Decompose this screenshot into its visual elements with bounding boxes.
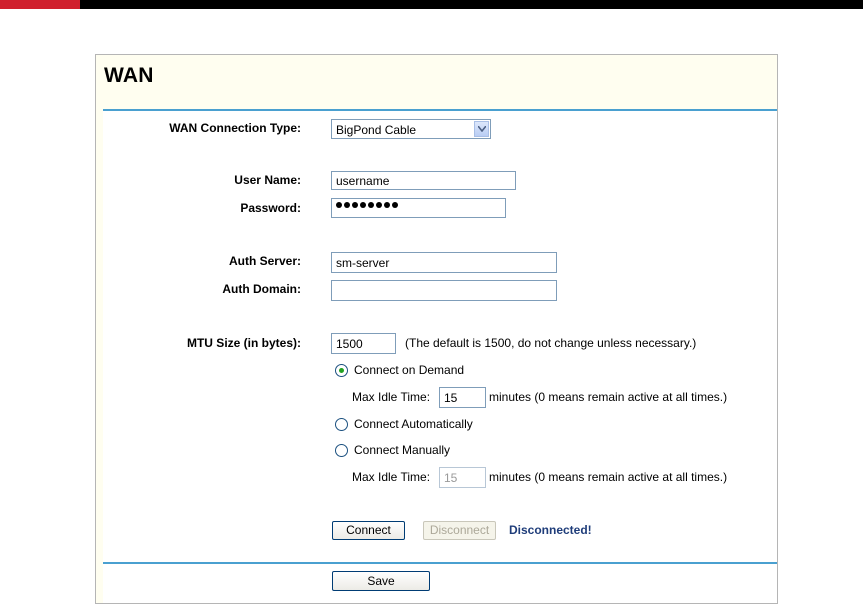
user-name-label: User Name:	[234, 173, 301, 187]
connect-manually-radio[interactable]	[335, 444, 348, 457]
password-mask	[336, 202, 398, 208]
password-dot	[360, 202, 366, 208]
max-idle-time-label: Max Idle Time:	[352, 390, 431, 404]
password-dot	[392, 202, 398, 208]
chevron-down-icon	[478, 126, 486, 132]
top-banner	[0, 0, 863, 9]
connection-status: Disconnected!	[509, 523, 592, 537]
manual-max-idle-time-input	[439, 467, 486, 488]
page-title: WAN	[104, 64, 154, 87]
password-dot	[368, 202, 374, 208]
max-idle-time-note: minutes (0 means remain active at all ti…	[489, 390, 728, 404]
connection-type-value: BigPond Cable	[336, 123, 417, 137]
save-button[interactable]: Save	[332, 571, 430, 591]
max-idle-time-input[interactable]	[439, 387, 486, 408]
password-input[interactable]	[331, 198, 506, 218]
user-name-input[interactable]	[331, 171, 516, 190]
mtu-input[interactable]	[331, 333, 396, 354]
password-dot	[336, 202, 342, 208]
auth-domain-input[interactable]	[331, 280, 557, 301]
connection-type-select[interactable]: BigPond Cable	[331, 119, 491, 139]
mtu-note: (The default is 1500, do not change unle…	[405, 336, 697, 350]
form-footer: Save	[103, 564, 777, 603]
brand-accent-bar	[0, 0, 80, 9]
auth-server-input[interactable]	[331, 252, 557, 273]
wan-settings-panel: WAN WAN Connection Type: BigPond Cable U…	[95, 54, 778, 604]
manual-max-idle-time-label: Max Idle Time:	[352, 470, 431, 484]
password-dot	[352, 202, 358, 208]
connection-type-label: WAN Connection Type:	[169, 121, 301, 135]
disconnect-button: Disconnect	[423, 521, 496, 540]
auth-domain-label: Auth Domain:	[222, 282, 301, 296]
dropdown-arrow-button[interactable]	[474, 121, 489, 137]
mtu-label: MTU Size (in bytes):	[186, 336, 301, 350]
connect-automatically-radio[interactable]	[335, 418, 348, 431]
password-dot	[384, 202, 390, 208]
settings-form: WAN Connection Type: BigPond Cable User …	[103, 111, 777, 562]
manual-max-idle-time-note: minutes (0 means remain active at all ti…	[489, 470, 728, 484]
connect-on-demand-label: Connect on Demand	[354, 363, 465, 377]
auth-server-label: Auth Server:	[228, 254, 301, 268]
connect-on-demand-radio[interactable]	[335, 364, 348, 377]
connect-button[interactable]: Connect	[332, 521, 405, 540]
connect-automatically-label: Connect Automatically	[354, 417, 473, 431]
password-dot	[376, 202, 382, 208]
connect-manually-label: Connect Manually	[354, 443, 451, 457]
password-label: Password:	[240, 201, 301, 215]
password-dot	[344, 202, 350, 208]
